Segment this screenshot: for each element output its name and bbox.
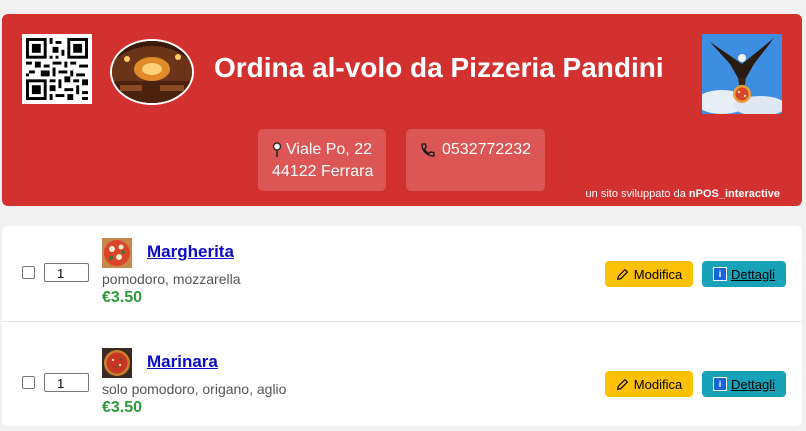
restaurant-photo <box>110 39 194 105</box>
details-label: Dettagli <box>730 376 776 392</box>
product-checkbox[interactable] <box>22 266 35 279</box>
modify-button[interactable]: Modifica <box>605 371 693 397</box>
product-name-link[interactable]: Marinara <box>147 352 218 372</box>
product-checkbox[interactable] <box>22 376 35 389</box>
pencil-icon <box>616 268 629 281</box>
restaurant-header: Ordina al-volo da Pizzeria Pandini Viale… <box>2 14 802 206</box>
product-row: 1 Margherita pomodoro, mozzarella €3.50 … <box>2 226 802 322</box>
pizzeria-interior-image <box>112 41 192 103</box>
quantity-input[interactable]: 1 <box>44 373 89 392</box>
location-pin-icon <box>272 142 282 158</box>
product-thumbnail <box>102 348 132 378</box>
credit-text: un sito sviluppato da <box>585 188 689 200</box>
product-list: 1 Margherita pomodoro, mozzarella €3.50 … <box>2 226 802 426</box>
credit-brand[interactable]: nPOS_interactive <box>689 188 780 200</box>
product-row: 1 Marinara solo pomodoro, origano, aglio… <box>2 336 802 431</box>
address-city: 44122 Ferrara <box>272 163 374 180</box>
details-button[interactable]: i Dettagli <box>702 371 786 397</box>
page-title: Ordina al-volo da Pizzeria Pandini <box>214 52 664 83</box>
product-price: €3.50 <box>102 399 143 416</box>
eagle-pizza-image <box>702 34 782 114</box>
pizza-margherita-icon <box>102 238 132 268</box>
address-box: Viale Po, 22 44122 Ferrara <box>258 129 386 191</box>
qr-code[interactable] <box>22 34 92 104</box>
address-street: Viale Po, 22 <box>286 141 372 158</box>
pencil-icon <box>616 378 629 391</box>
pizza-marinara-icon <box>102 348 132 378</box>
details-label: Dettagli <box>730 266 776 282</box>
qr-code-icon <box>26 38 88 100</box>
phone-box[interactable]: 0532772232 <box>406 129 545 191</box>
eagle-logo-icon <box>702 34 782 114</box>
quantity-input[interactable]: 1 <box>44 263 89 282</box>
phone-number[interactable]: 0532772232 <box>442 139 531 161</box>
product-description: solo pomodoro, origano, aglio <box>102 381 287 397</box>
developer-credit: un sito sviluppato da nPOS_interactive <box>586 188 780 200</box>
product-description: pomodoro, mozzarella <box>102 271 241 287</box>
modify-button[interactable]: Modifica <box>605 261 693 287</box>
info-icon: i <box>712 377 727 391</box>
modify-label: Modifica <box>633 266 683 282</box>
modify-label: Modifica <box>633 376 683 392</box>
product-name-link[interactable]: Margherita <box>147 242 234 262</box>
product-price: €3.50 <box>102 289 143 306</box>
product-thumbnail <box>102 238 132 268</box>
details-button[interactable]: i Dettagli <box>702 261 786 287</box>
info-icon: i <box>712 267 727 281</box>
phone-icon <box>420 142 436 158</box>
